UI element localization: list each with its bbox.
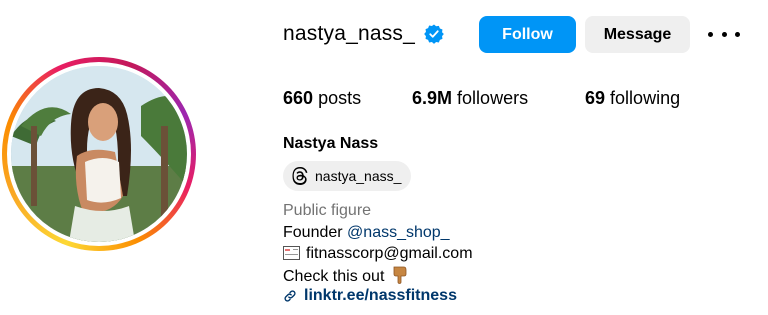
followers-stat[interactable]: 6.9M followers	[412, 88, 528, 109]
avatar[interactable]	[11, 66, 187, 242]
verified-badge-icon	[424, 24, 444, 44]
avatar-inner	[7, 62, 191, 246]
followers-count: 6.9M	[412, 88, 453, 108]
posts-stat: 660 posts	[283, 88, 361, 109]
following-label: following	[610, 88, 681, 108]
followers-label: followers	[457, 88, 529, 108]
more-dot	[721, 31, 727, 37]
username: nastya_nass_	[283, 22, 415, 45]
more-dot	[708, 31, 713, 37]
bio-email-line: fitnasscorp@gmail.com	[283, 245, 473, 263]
threads-badge[interactable]: nastya_nass_	[283, 161, 412, 191]
check-text: Check this out	[283, 268, 385, 285]
message-button[interactable]: Message	[585, 16, 690, 53]
more-options-icon[interactable]	[708, 22, 740, 46]
bio-founder-line: Founder @nass_shop_	[283, 224, 450, 242]
avatar-image	[11, 66, 187, 242]
pointing-down-emoji-icon	[393, 266, 407, 284]
external-link[interactable]: linktr.ee/nassfitness	[283, 287, 457, 305]
envelope-emoji-icon	[283, 246, 300, 260]
shop-mention-link[interactable]: @nass_shop_	[347, 224, 450, 241]
threads-icon	[292, 167, 308, 185]
profile-avatar-ring[interactable]	[2, 57, 196, 251]
posts-count: 660	[283, 88, 314, 108]
profile-header: nastya_nass_	[283, 14, 444, 54]
threads-handle: nastya_nass_	[315, 168, 402, 184]
link-icon	[284, 290, 296, 302]
category-label: Public figure	[283, 202, 372, 219]
bio-check-line: Check this out	[283, 266, 407, 286]
full-name: Nastya Nass	[283, 135, 379, 152]
follow-button[interactable]: Follow	[479, 16, 576, 53]
posts-label: posts	[318, 88, 362, 108]
more-dot	[735, 31, 740, 37]
email-address: fitnasscorp@gmail.com	[306, 245, 473, 262]
following-stat[interactable]: 69 following	[585, 88, 680, 109]
following-count: 69	[585, 88, 606, 108]
link-text: linktr.ee/nassfitness	[304, 287, 457, 304]
founder-text: Founder	[283, 224, 343, 241]
